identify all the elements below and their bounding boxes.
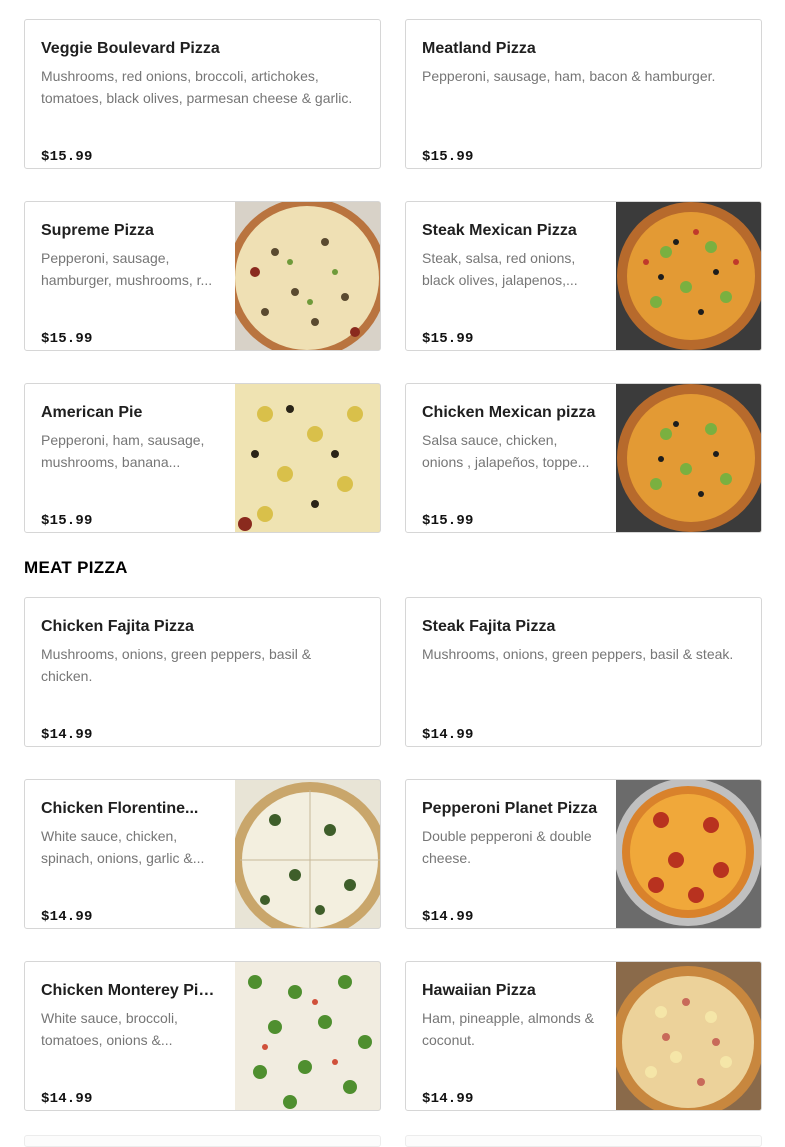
- item-description: Mushrooms, onions, green peppers, basil …: [422, 646, 734, 662]
- item-name: Chicken Florentine...: [41, 800, 199, 817]
- item-photo: [235, 202, 380, 350]
- item-price: $14.99: [422, 727, 474, 743]
- item-photo: [235, 384, 380, 532]
- item-photo: [616, 780, 761, 928]
- item-name: Pepperoni Planet Pizza: [422, 800, 598, 817]
- item-photo: [235, 962, 380, 1110]
- item-name: Chicken Fajita Pizza: [41, 618, 194, 635]
- item-price: $15.99: [422, 331, 474, 347]
- item-price: $14.99: [422, 1091, 474, 1107]
- menu-item-card-partial[interactable]: [24, 1135, 381, 1147]
- item-name: Hawaiian Pizza: [422, 982, 536, 999]
- item-price: $14.99: [41, 909, 93, 925]
- item-name: Veggie Boulevard Pizza: [41, 40, 220, 57]
- item-name: American Pie: [41, 404, 143, 421]
- item-description: Mushrooms, red onions, broccoli, articho…: [41, 68, 353, 106]
- menu-item-card[interactable]: Veggie Boulevard Pizza Mushrooms, red on…: [24, 19, 381, 169]
- item-description: Pepperoni, sausage, hamburger, mushrooms…: [41, 250, 213, 288]
- menu-item-card[interactable]: Chicken Florentine... White sauce, chick…: [24, 779, 381, 929]
- item-photo: [616, 962, 761, 1110]
- item-photo: [616, 202, 761, 350]
- item-description: Double pepperoni & double cheese.: [422, 828, 592, 866]
- menu-item-card[interactable]: Steak Fajita Pizza Mushrooms, onions, gr…: [405, 597, 762, 747]
- menu-item-card-partial[interactable]: [405, 1135, 762, 1147]
- menu-item-card[interactable]: Pepperoni Planet Pizza Double pepperoni …: [405, 779, 762, 929]
- item-description: Mushrooms, onions, green peppers, basil …: [41, 646, 312, 684]
- item-description: Pepperoni, sausage, ham, bacon & hamburg…: [422, 68, 716, 84]
- item-description: Pepperoni, ham, sausage, mushrooms, bana…: [41, 432, 205, 470]
- item-price: $14.99: [422, 909, 474, 925]
- menu-item-card[interactable]: Chicken Fajita Pizza Mushrooms, onions, …: [24, 597, 381, 747]
- item-description: White sauce, broccoli, tomatoes, onions …: [41, 1010, 178, 1048]
- item-description: Ham, pineapple, almonds & coconut.: [422, 1010, 594, 1048]
- item-name: Steak Fajita Pizza: [422, 618, 556, 635]
- menu-item-card[interactable]: Chicken Monterey Pizza White sauce, broc…: [24, 961, 381, 1111]
- item-photo: [616, 384, 761, 532]
- item-price: $14.99: [41, 1091, 93, 1107]
- menu-item-card[interactable]: Chicken Mexican pizza Salsa sauce, chick…: [405, 383, 762, 533]
- item-name: Steak Mexican Pizza: [422, 222, 577, 239]
- item-photo: [235, 780, 380, 928]
- item-name: Meatland Pizza: [422, 40, 536, 57]
- item-description: Salsa sauce, chicken, onions , jalapeños…: [422, 432, 590, 470]
- item-name: Chicken Mexican pizza: [422, 404, 596, 421]
- menu-item-card[interactable]: Hawaiian Pizza Ham, pineapple, almonds &…: [405, 961, 762, 1111]
- menu-item-card[interactable]: Meatland Pizza Pepperoni, sausage, ham, …: [405, 19, 762, 169]
- item-name: Chicken Monterey Pizza: [41, 982, 220, 999]
- section-heading: MEAT PIZZA: [24, 558, 128, 577]
- item-price: $15.99: [422, 149, 474, 165]
- menu-item-card[interactable]: Supreme Pizza Pepperoni, sausage, hambur…: [24, 201, 381, 351]
- item-description: White sauce, chicken, spinach, onions, g…: [41, 828, 205, 866]
- item-price: $15.99: [41, 331, 93, 347]
- item-name: Supreme Pizza: [41, 222, 154, 239]
- item-price: $15.99: [41, 513, 93, 529]
- menu-item-card[interactable]: Steak Mexican Pizza Steak, salsa, red on…: [405, 201, 762, 351]
- item-price: $14.99: [41, 727, 93, 743]
- item-price: $15.99: [422, 513, 474, 529]
- menu-item-card[interactable]: American Pie Pepperoni, ham, sausage, mu…: [24, 383, 381, 533]
- item-description: Steak, salsa, red onions, black olives, …: [422, 250, 578, 288]
- item-price: $15.99: [41, 149, 93, 165]
